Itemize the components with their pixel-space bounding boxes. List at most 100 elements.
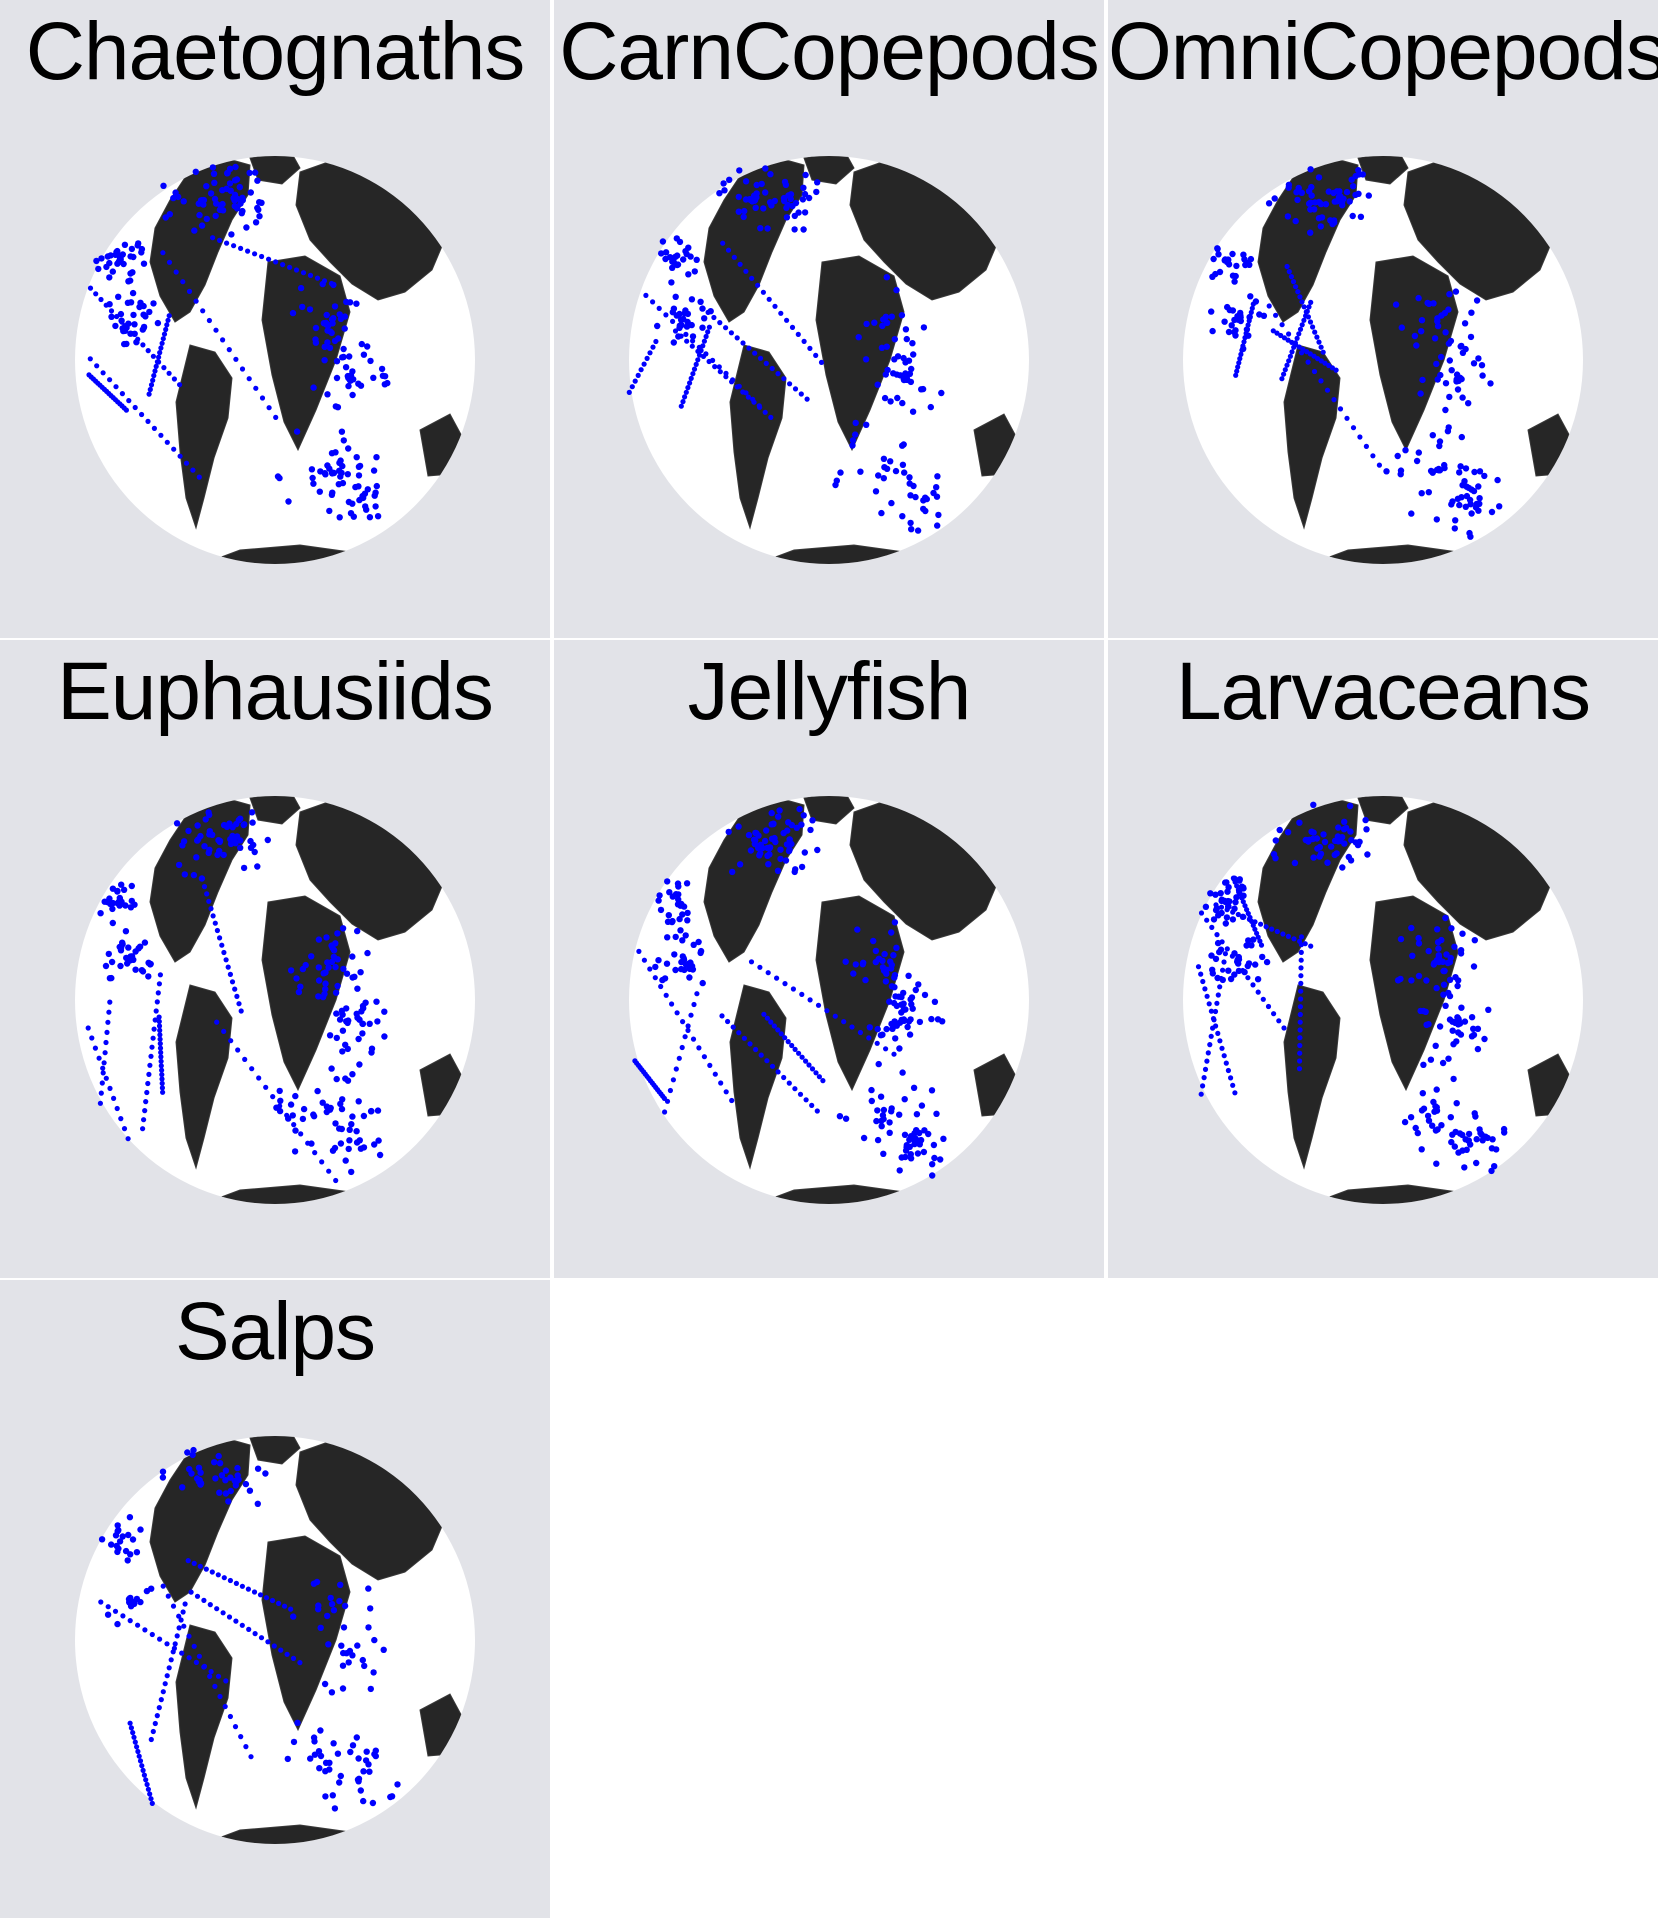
sample-point	[106, 1009, 112, 1015]
sample-point	[333, 1010, 340, 1017]
sample-point	[299, 303, 306, 311]
sample-point	[933, 484, 940, 491]
sample-point	[321, 278, 328, 284]
sample-point	[1305, 359, 1311, 365]
sample-point	[147, 386, 153, 393]
sample-point	[1297, 326, 1304, 332]
sample-point	[674, 880, 682, 887]
sample-point	[682, 1034, 688, 1040]
sample-point	[1240, 967, 1246, 974]
sample-point	[265, 1639, 271, 1645]
sample-point	[221, 1028, 227, 1034]
sample-point	[914, 527, 922, 534]
sample-point	[1232, 272, 1239, 280]
sample-point	[1272, 837, 1279, 844]
sample-point	[133, 1549, 141, 1556]
sample-point	[139, 411, 145, 418]
sample-point	[320, 970, 327, 977]
sample-point	[171, 446, 177, 452]
sample-point	[201, 1663, 208, 1669]
sample-point	[1215, 251, 1222, 258]
sample-point	[329, 944, 336, 951]
sample-point	[1229, 953, 1235, 959]
sample-point	[254, 863, 261, 870]
sample-point	[1218, 975, 1224, 982]
sample-point	[1200, 978, 1206, 985]
sample-point	[1234, 316, 1242, 323]
sample-point	[762, 409, 768, 415]
sample-point	[259, 253, 265, 260]
sample-point	[636, 948, 642, 954]
sample-point	[880, 455, 888, 462]
sample-point	[284, 1651, 290, 1657]
sample-point	[806, 1062, 812, 1068]
sample-point	[128, 1725, 134, 1731]
sample-point	[757, 404, 763, 410]
sample-point	[693, 256, 700, 263]
sample-point	[131, 321, 138, 328]
sample-point	[928, 1015, 935, 1023]
sample-point	[226, 180, 234, 187]
sample-point	[1210, 1025, 1216, 1031]
sample-point	[1472, 1113, 1479, 1120]
sample-point	[1256, 311, 1263, 318]
sample-point	[308, 466, 316, 473]
sample-point	[220, 337, 226, 343]
sample-point	[1221, 959, 1227, 965]
sample-point	[1318, 378, 1324, 384]
sample-point	[736, 167, 743, 174]
sample-point	[214, 1606, 220, 1612]
sample-point	[1488, 508, 1496, 516]
sample-point	[1429, 432, 1436, 439]
sample-point	[801, 209, 809, 216]
sample-point	[1433, 1107, 1441, 1114]
sample-point	[256, 199, 263, 206]
sample-point	[209, 164, 217, 171]
sample-point	[786, 1080, 792, 1086]
sample-point	[674, 1010, 680, 1016]
sample-point	[662, 1109, 668, 1115]
sample-point	[725, 247, 732, 253]
sample-point	[127, 1618, 133, 1624]
sample-point	[920, 324, 928, 331]
sample-point	[132, 1739, 138, 1745]
sample-point	[85, 1025, 91, 1031]
sample-point	[211, 1459, 218, 1466]
sample-point	[292, 1092, 299, 1100]
sample-point	[242, 1056, 248, 1062]
sample-point	[297, 284, 305, 292]
sample-point	[872, 488, 880, 495]
sample-point	[629, 384, 635, 390]
sample-point	[807, 345, 813, 351]
sample-point	[683, 389, 689, 395]
sample-point	[215, 1452, 222, 1460]
sample-point	[207, 190, 215, 197]
sample-point	[340, 345, 347, 353]
sample-point	[154, 999, 160, 1005]
sample-point	[1435, 465, 1442, 473]
sample-point	[679, 911, 686, 918]
sample-point	[931, 998, 939, 1005]
sample-point	[669, 1001, 675, 1007]
sample-point	[918, 386, 925, 393]
sample-point	[361, 490, 369, 497]
sample-point	[1231, 278, 1238, 285]
panel-title: Chaetognaths	[25, 6, 526, 97]
sample-point	[1296, 331, 1302, 337]
sample-point	[293, 267, 300, 273]
sample-point	[1411, 332, 1419, 340]
sample-point	[696, 1045, 702, 1051]
sample-point	[112, 1608, 119, 1614]
sample-point	[203, 1566, 209, 1572]
sample-point	[253, 385, 259, 391]
sample-point	[334, 982, 341, 990]
sample-point	[1474, 1045, 1482, 1053]
sample-point	[106, 259, 113, 267]
sample-point	[125, 1531, 132, 1539]
sample-point	[365, 1585, 372, 1592]
sample-point	[775, 813, 782, 820]
sample-point	[326, 465, 333, 472]
sample-point	[909, 340, 916, 347]
sample-point	[104, 1029, 110, 1035]
sample-point	[165, 317, 171, 323]
